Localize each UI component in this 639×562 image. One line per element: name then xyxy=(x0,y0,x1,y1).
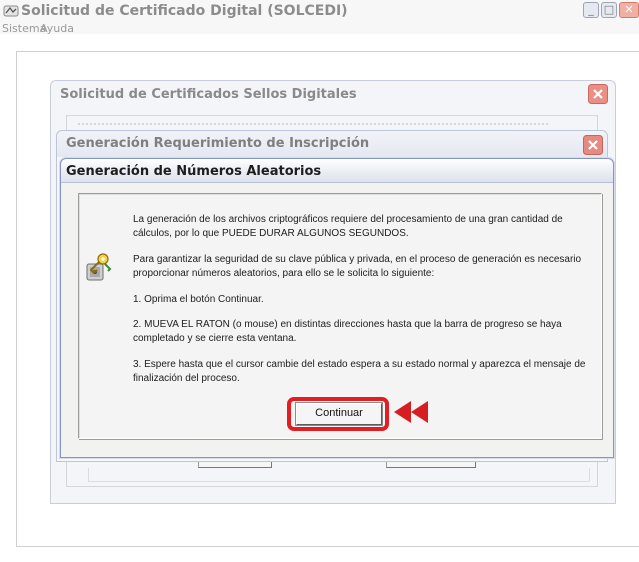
instruction-step-1: 1. Oprima el botón Continuar. xyxy=(133,294,264,305)
app-icon xyxy=(3,5,19,17)
key-lock-icon xyxy=(86,253,112,281)
double-left-arrow-icon xyxy=(394,401,428,423)
dialog-aleatorios-title: Generación de Números Aleatorios xyxy=(66,164,322,179)
close-button[interactable]: ✕ xyxy=(619,2,639,18)
dialog-sellos-title: Solicitud de Certificados Sellos Digital… xyxy=(60,87,357,102)
dialog-requerimiento-close-icon[interactable] xyxy=(583,135,603,155)
instruction-paragraph-1: La generación de los archivos criptográf… xyxy=(133,214,563,239)
menu-ayuda[interactable]: Ayuda xyxy=(40,22,74,35)
continuar-highlight-box xyxy=(287,397,389,431)
minimize-button[interactable]: _ xyxy=(583,2,599,18)
instruction-paragraph-2: Para garantizar la seguridad de su clave… xyxy=(133,254,582,279)
maximize-button[interactable]: □ xyxy=(601,2,617,18)
instruction-step-3: 3. Espere hasta que el cursor cambie del… xyxy=(133,359,586,384)
dialog-requerimiento-title: Generación Requerimiento de Inscripción xyxy=(66,136,370,151)
main-window-title: Solicitud de Certificado Digital (SOLCED… xyxy=(21,3,348,19)
dialog-sellos-lower-frame xyxy=(88,468,590,482)
instruction-step-2: 2. MUEVA EL RATON (o mouse) en distintas… xyxy=(133,319,562,344)
dialog-sellos-close-icon[interactable] xyxy=(588,84,608,104)
